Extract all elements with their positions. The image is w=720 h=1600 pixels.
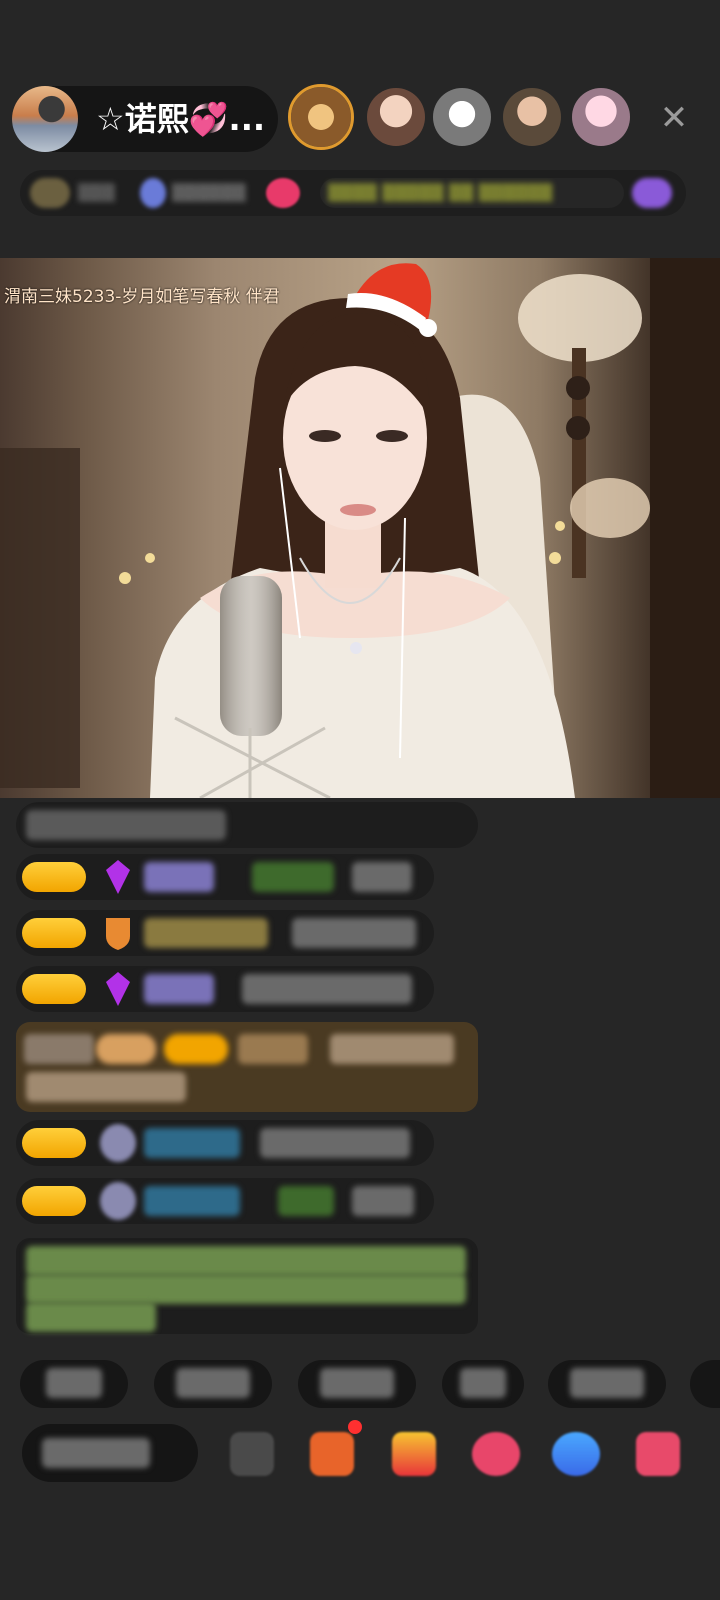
chat-text-blurred bbox=[26, 810, 226, 840]
level-badge bbox=[164, 1034, 228, 1064]
viewer-avatar[interactable] bbox=[572, 88, 630, 146]
mention-blurred bbox=[252, 862, 334, 892]
gift-prefix-blurred bbox=[24, 1034, 94, 1064]
fans-text: ▒▒▒▒▒▒ bbox=[172, 183, 246, 202]
mention-blurred bbox=[278, 1186, 334, 1216]
level-badge bbox=[22, 918, 86, 948]
room-info-bar[interactable]: ▒▒▒ ▒▒▒▒▒▒ ▒▒▒▒ ▒▒▒▒▒ ▒▒ ▒▒▒▒▒▒ bbox=[20, 170, 686, 216]
gift-badge-blurred bbox=[96, 1034, 156, 1064]
quick-reply-chip[interactable] bbox=[298, 1360, 416, 1408]
rank-text: ▒▒▒ bbox=[78, 183, 115, 202]
host-name: ☆诺熙💞... bbox=[96, 100, 266, 138]
chat-text-blurred bbox=[330, 1034, 454, 1064]
live-video[interactable]: 渭南三妹5233-岁月如笔写春秋 伴君 bbox=[0, 258, 720, 798]
quick-reply-chip[interactable] bbox=[548, 1360, 666, 1408]
level-badge bbox=[22, 1128, 86, 1158]
level-badge bbox=[22, 1186, 86, 1216]
username-blurred bbox=[144, 1186, 240, 1216]
like-icon[interactable] bbox=[472, 1432, 520, 1476]
heart-badge-icon[interactable] bbox=[266, 178, 300, 208]
notice-text-blurred bbox=[26, 1274, 466, 1304]
fans-icon bbox=[140, 178, 166, 208]
level-badge bbox=[22, 862, 86, 892]
quick-reply-chip[interactable] bbox=[154, 1360, 272, 1408]
viewer-avatar[interactable] bbox=[433, 88, 491, 146]
diamond-fan-icon bbox=[106, 972, 130, 1006]
host-info-pill[interactable]: ☆诺熙💞... bbox=[12, 86, 278, 152]
quick-reply-label-blurred bbox=[320, 1368, 394, 1398]
username-blurred bbox=[238, 1034, 308, 1064]
gift-message[interactable] bbox=[16, 1022, 478, 1112]
comment-placeholder-blurred bbox=[42, 1438, 150, 1468]
chat-text-blurred bbox=[352, 1186, 414, 1216]
chat-text-blurred bbox=[26, 1072, 186, 1102]
shop-icon[interactable] bbox=[310, 1432, 354, 1476]
chat-text-blurred bbox=[292, 918, 416, 948]
quick-reply-chip[interactable] bbox=[690, 1360, 720, 1408]
chat-message[interactable] bbox=[16, 802, 478, 848]
quick-reply-label-blurred bbox=[176, 1368, 250, 1398]
gift-icon[interactable] bbox=[636, 1432, 680, 1476]
username-blurred bbox=[144, 918, 268, 948]
user-avatar bbox=[100, 1124, 136, 1162]
username-blurred bbox=[144, 862, 214, 892]
viewer-avatar[interactable] bbox=[288, 84, 354, 150]
username-blurred bbox=[144, 1128, 240, 1158]
rank-icon bbox=[30, 178, 70, 208]
comment-input[interactable] bbox=[22, 1424, 198, 1482]
chat-message[interactable] bbox=[16, 854, 434, 900]
gift-box-icon[interactable] bbox=[392, 1432, 436, 1476]
chat-message[interactable] bbox=[16, 1178, 434, 1224]
quick-reply-chip[interactable] bbox=[20, 1360, 128, 1408]
chat-message[interactable] bbox=[16, 966, 434, 1012]
shield-badge-icon bbox=[106, 918, 130, 950]
chat-message[interactable] bbox=[16, 1120, 434, 1166]
notification-dot bbox=[348, 1420, 362, 1434]
notice-text-blurred bbox=[26, 1246, 466, 1276]
notice-text-blurred bbox=[26, 1302, 156, 1332]
user-avatar bbox=[100, 1182, 136, 1220]
notice-ticker: ▒▒▒▒ ▒▒▒▒▒ ▒▒ ▒▒▒▒▒▒ bbox=[320, 178, 624, 208]
username-blurred bbox=[144, 974, 214, 1004]
quick-reply-label-blurred bbox=[460, 1368, 506, 1398]
video-caption: 渭南三妹5233-岁月如笔写春秋 伴君 bbox=[4, 287, 280, 307]
viewer-avatar[interactable] bbox=[367, 88, 425, 146]
host-avatar[interactable] bbox=[12, 86, 78, 152]
viewer-avatar[interactable] bbox=[503, 88, 561, 146]
chat-text-blurred bbox=[352, 862, 412, 892]
gift-icon[interactable] bbox=[632, 178, 672, 208]
chat-message[interactable] bbox=[16, 910, 434, 956]
share-icon[interactable] bbox=[552, 1432, 600, 1476]
chat-text-blurred bbox=[260, 1128, 410, 1158]
diamond-fan-icon bbox=[106, 860, 130, 894]
quick-reply-label-blurred bbox=[570, 1368, 644, 1398]
system-notice bbox=[16, 1238, 478, 1334]
level-badge bbox=[22, 974, 86, 1004]
close-icon[interactable]: ✕ bbox=[656, 100, 692, 136]
quick-reply-chip[interactable] bbox=[442, 1360, 524, 1408]
quick-reply-label-blurred bbox=[46, 1368, 102, 1398]
santa-hat-sticker bbox=[346, 263, 437, 337]
chat-text-blurred bbox=[242, 974, 412, 1004]
emoji-icon[interactable] bbox=[230, 1432, 274, 1476]
